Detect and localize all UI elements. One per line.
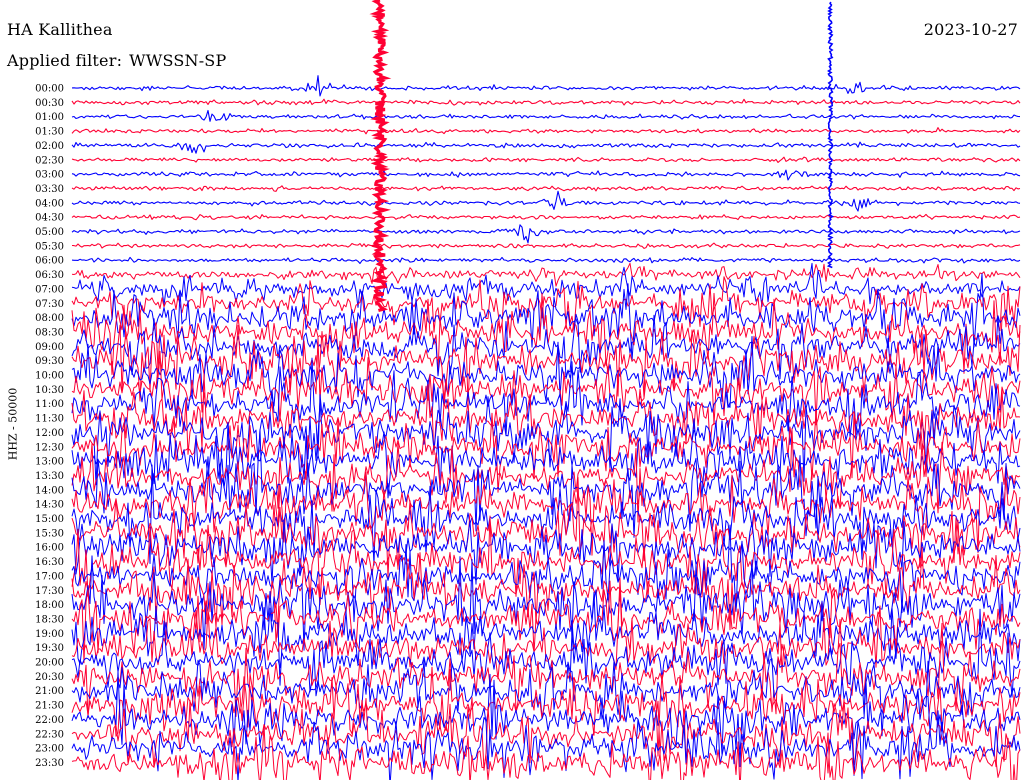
major-spikes-group bbox=[369, 0, 835, 313]
y-tick-label: 04:00 bbox=[35, 198, 64, 209]
trace-line bbox=[71, 213, 1021, 221]
y-tick-label: 12:30 bbox=[35, 442, 64, 453]
y-tick-label: 20:00 bbox=[35, 658, 64, 669]
y-tick-label: 08:00 bbox=[35, 313, 64, 324]
trace-line bbox=[71, 98, 1021, 106]
y-tick-label: 21:30 bbox=[35, 701, 64, 712]
trace-lines-group bbox=[71, 75, 1021, 780]
y-tick-label: 19:00 bbox=[35, 629, 64, 640]
trace-line bbox=[71, 256, 1021, 265]
y-tick-label: 15:00 bbox=[35, 514, 64, 525]
y-tick-label: 00:00 bbox=[35, 84, 64, 95]
y-tick-label: 14:30 bbox=[35, 500, 64, 511]
y-tick-labels-group: 00:00 00:30 01:00 01:30 02:00 02:30 03:00 03:30… bbox=[35, 84, 64, 769]
trace-line bbox=[71, 336, 1021, 426]
y-tick-label: 21:00 bbox=[35, 686, 64, 697]
y-tick-label: 14:00 bbox=[35, 485, 64, 496]
y-tick-label: 16:30 bbox=[35, 557, 64, 568]
trace-line bbox=[71, 127, 1021, 135]
trace-line bbox=[71, 262, 1021, 287]
y-tick-label: 10:00 bbox=[35, 371, 64, 382]
y-tick-label: 00:30 bbox=[35, 98, 64, 109]
y-tick-label: 20:30 bbox=[35, 672, 64, 683]
y-tick-label: 10:30 bbox=[35, 385, 64, 396]
y-tick-label: 22:30 bbox=[35, 729, 64, 740]
trace-line bbox=[71, 185, 1021, 192]
major-spike bbox=[369, 0, 392, 313]
y-tick-label: 04:30 bbox=[35, 213, 64, 224]
y-tick-label: 06:00 bbox=[35, 256, 64, 267]
y-tick-label: 07:30 bbox=[35, 299, 64, 310]
trace-line bbox=[71, 190, 1021, 212]
y-tick-label: 07:00 bbox=[35, 284, 64, 295]
y-tick-label: 06:30 bbox=[35, 270, 64, 281]
trace-line bbox=[71, 169, 1021, 181]
trace-line bbox=[71, 224, 1021, 244]
trace-line bbox=[71, 697, 1021, 774]
y-tick-label: 03:30 bbox=[35, 184, 64, 195]
trace-line bbox=[71, 276, 1021, 333]
y-tick-label: 15:30 bbox=[35, 528, 64, 539]
y-tick-label: 12:00 bbox=[35, 428, 64, 439]
trace-line bbox=[71, 141, 1021, 154]
y-tick-label: 18:30 bbox=[35, 614, 64, 625]
y-tick-label: 18:00 bbox=[35, 600, 64, 611]
y-tick-label: 05:30 bbox=[35, 241, 64, 252]
y-tick-label: 01:30 bbox=[35, 127, 64, 138]
y-tick-label: 23:30 bbox=[35, 758, 64, 769]
y-tick-label: 19:30 bbox=[35, 643, 64, 654]
y-tick-label: 02:00 bbox=[35, 141, 64, 152]
y-tick-label: 05:00 bbox=[35, 227, 64, 238]
y-tick-label: 11:00 bbox=[35, 399, 64, 410]
y-tick-label: 17:30 bbox=[35, 586, 64, 597]
y-tick-label: 13:00 bbox=[35, 457, 64, 468]
trace-line bbox=[71, 156, 1021, 163]
trace-line bbox=[71, 262, 1021, 308]
y-tick-label: 13:30 bbox=[35, 471, 64, 482]
y-tick-label: 16:00 bbox=[35, 543, 64, 554]
helicorder-plot: 00:00 00:30 01:00 01:30 02:00 02:30 03:00 03:30… bbox=[35, 0, 1021, 780]
trace-line bbox=[71, 658, 1021, 737]
y-tick-label: 02:30 bbox=[35, 155, 64, 166]
y-tick-label: 23:00 bbox=[35, 744, 64, 755]
y-tick-label: 17:00 bbox=[35, 571, 64, 582]
y-tick-label: 03:00 bbox=[35, 170, 64, 181]
y-tick-label: 08:30 bbox=[35, 327, 64, 338]
trace-line bbox=[71, 109, 1021, 122]
trace-line bbox=[71, 242, 1021, 249]
trace-line bbox=[71, 75, 1021, 97]
major-spike bbox=[826, 1, 835, 269]
y-tick-label: 09:00 bbox=[35, 342, 64, 353]
y-tick-label: 01:00 bbox=[35, 112, 64, 123]
y-tick-label: 22:00 bbox=[35, 715, 64, 726]
y-tick-label: 09:30 bbox=[35, 356, 64, 367]
y-tick-label: 11:30 bbox=[35, 414, 64, 425]
